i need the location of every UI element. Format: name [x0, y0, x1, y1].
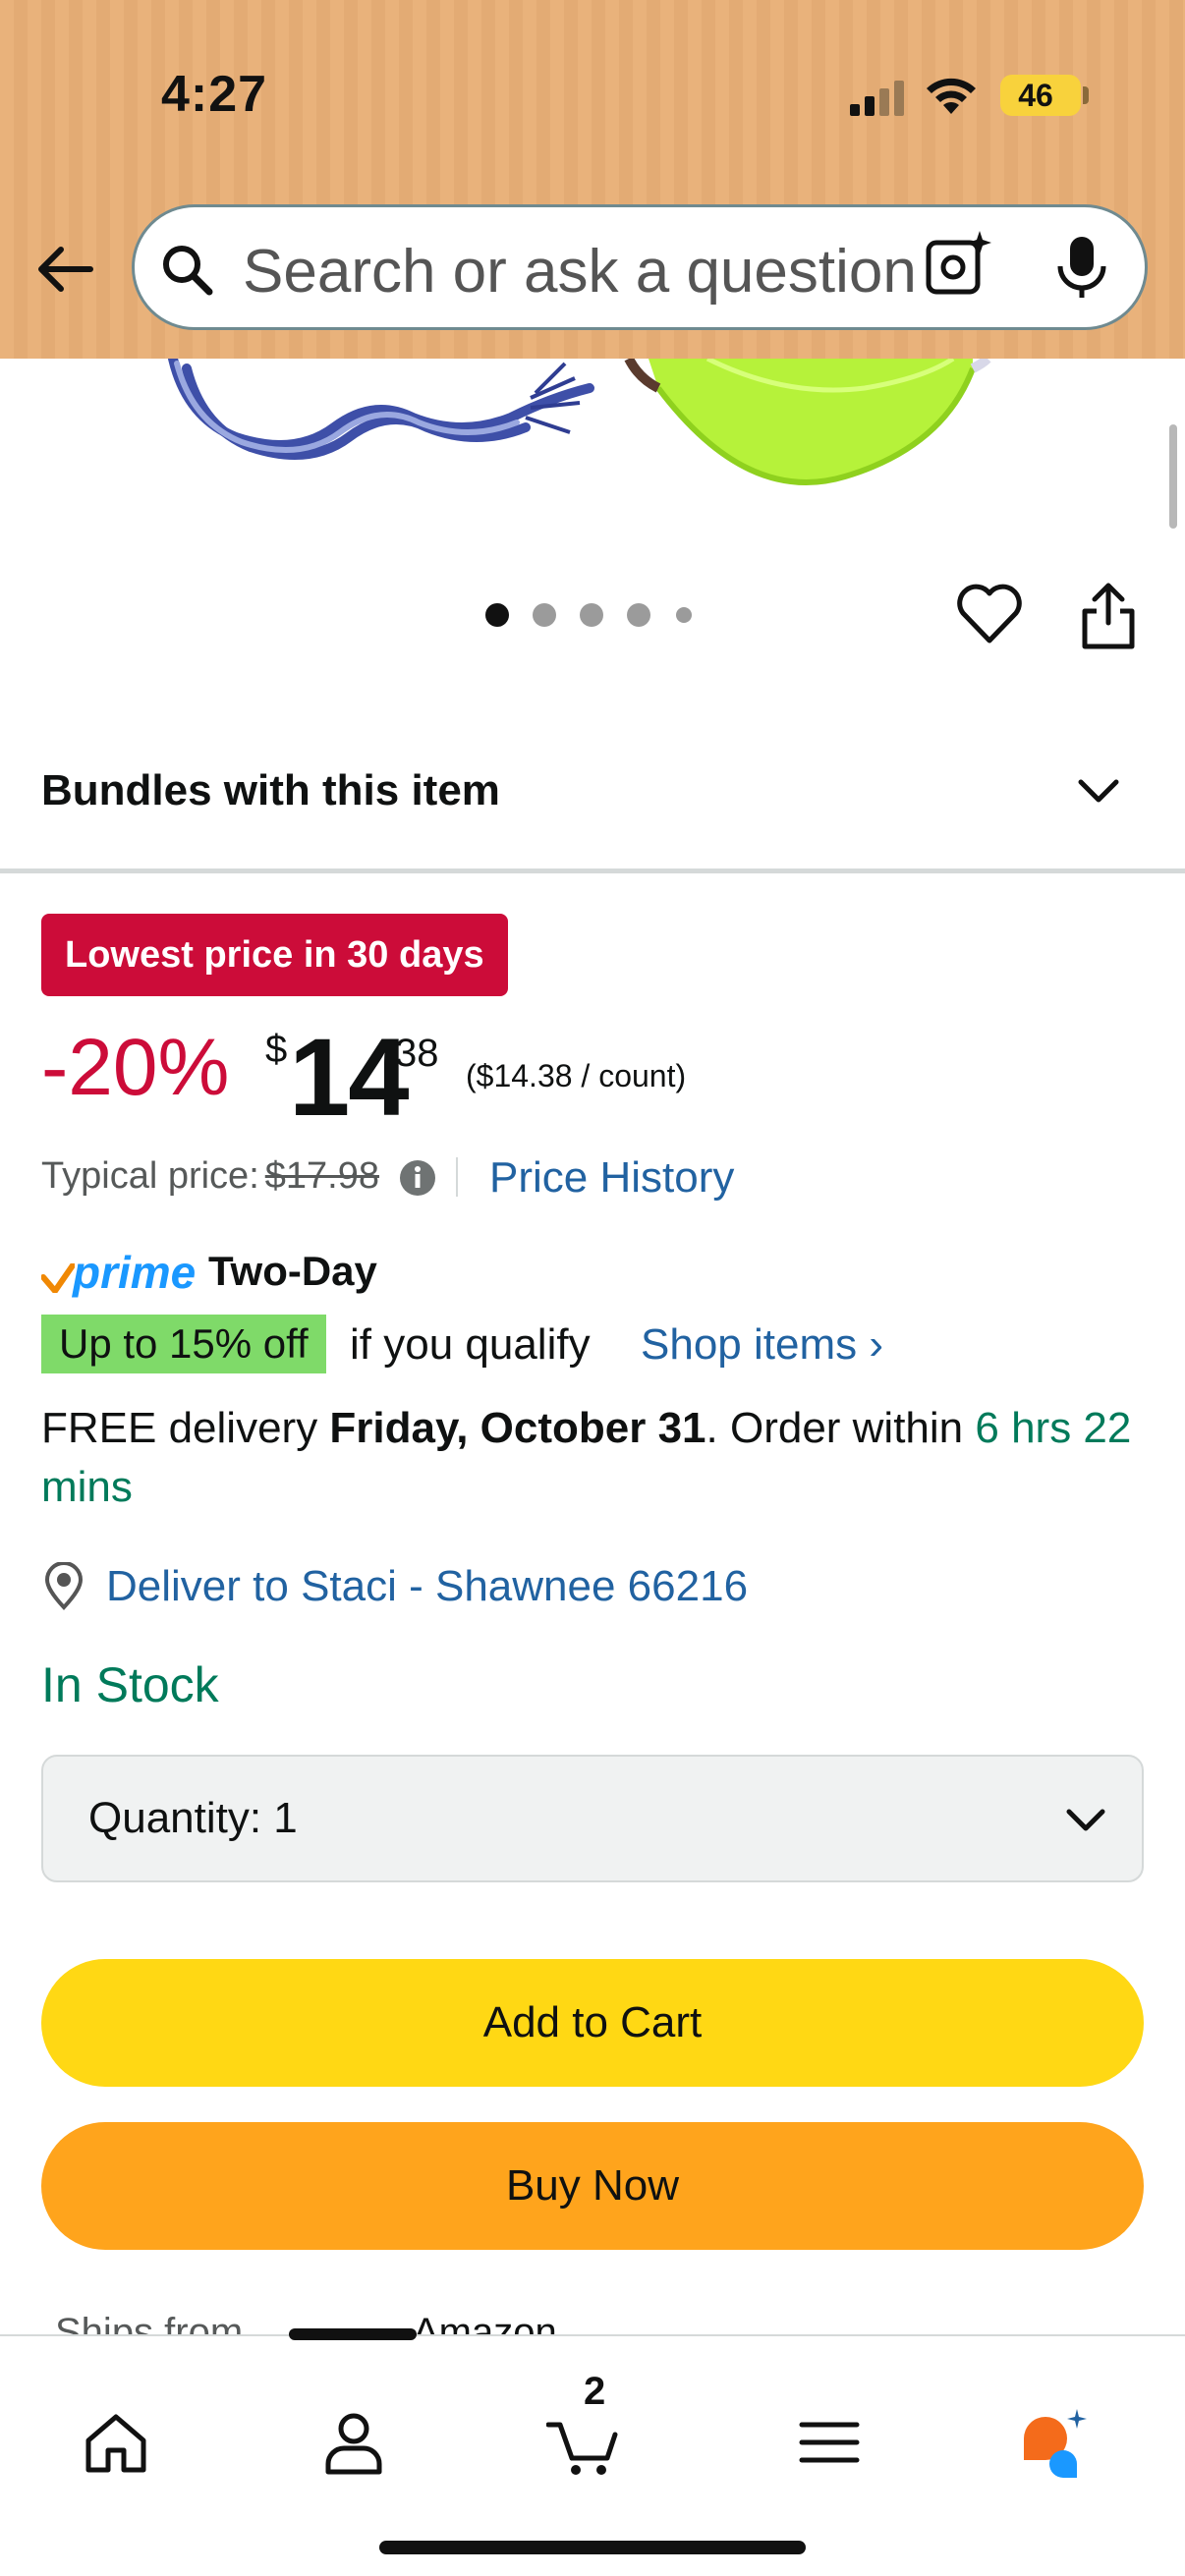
- quantity-label: Quantity: 1: [88, 1794, 298, 1842]
- wifi-icon: [927, 78, 976, 114]
- add-to-cart-button[interactable]: Add to Cart: [41, 1959, 1144, 2087]
- cart-icon[interactable]: [546, 2405, 621, 2480]
- active-tab-indicator: [289, 2328, 417, 2340]
- status-time: 4:27: [161, 66, 268, 123]
- search-input[interactable]: Search or ask a question: [243, 237, 917, 307]
- separator: [456, 1157, 458, 1197]
- chevron-down-icon: [1066, 1809, 1105, 1831]
- share-icon[interactable]: [1079, 580, 1138, 650]
- back-arrow-icon[interactable]: [33, 238, 96, 301]
- typical-price-row: Typical price: $17.98 Price History: [41, 1153, 734, 1202]
- cellular-signal-icon: [850, 81, 904, 116]
- profile-icon[interactable]: [316, 2405, 391, 2480]
- discount-percent: -20%: [41, 1023, 230, 1112]
- deal-badge: Lowest price in 30 days: [41, 914, 508, 996]
- prime-check-icon: [41, 1263, 75, 1293]
- typical-price-value: $17.98: [264, 1155, 379, 1197]
- heart-icon[interactable]: [955, 580, 1024, 648]
- prime-logo: prime: [73, 1247, 197, 1298]
- chevron-down-icon[interactable]: [1073, 766, 1124, 817]
- carousel-dot[interactable]: [627, 603, 650, 627]
- carousel-page-dots[interactable]: [485, 603, 702, 629]
- carousel-dot[interactable]: [676, 607, 692, 623]
- price-currency: $: [265, 1028, 288, 1071]
- delivery-date: Friday, October 31: [329, 1404, 706, 1452]
- offer-badge: Up to 15% off: [41, 1315, 326, 1373]
- battery-indicator: 46: [1000, 75, 1081, 116]
- buy-now-button[interactable]: Buy Now: [41, 2122, 1144, 2250]
- deliver-to-link[interactable]: Deliver to Staci - Shawnee 66216: [106, 1562, 748, 1611]
- bottom-navigation: 2: [0, 2328, 1185, 2576]
- battery-tip: [1083, 86, 1089, 104]
- home-indicator: [379, 2541, 806, 2554]
- shop-items-link[interactable]: Shop items ›: [641, 1320, 883, 1370]
- delivery-info: FREE delivery Friday, October 31. Order …: [41, 1399, 1142, 1517]
- price-history-link[interactable]: Price History: [489, 1153, 734, 1203]
- search-icon: [163, 246, 213, 296]
- price-whole: 14: [289, 1016, 410, 1139]
- menu-icon[interactable]: [792, 2405, 867, 2480]
- prime-delivery-speed: Two-Day: [208, 1248, 377, 1294]
- price-fraction: 38: [395, 1032, 439, 1075]
- microphone-icon[interactable]: [1052, 235, 1111, 300]
- info-icon[interactable]: [399, 1159, 436, 1197]
- unit-price: ($14.38 / count): [466, 1058, 687, 1093]
- typical-price-label: Typical price:: [41, 1155, 259, 1197]
- location-pin-icon: [44, 1562, 84, 1610]
- carousel-dot[interactable]: [580, 603, 603, 627]
- quantity-selector[interactable]: Quantity: 1: [41, 1755, 1144, 1882]
- carousel-dot-active[interactable]: [485, 603, 509, 627]
- rufus-ai-icon[interactable]: [1016, 2405, 1091, 2480]
- bundles-label: Bundles with this item: [41, 766, 500, 814]
- camera-lens-icon[interactable]: [923, 229, 993, 300]
- stock-status: In Stock: [41, 1657, 219, 1712]
- app-header: 4:27 46 Search or ask a question: [0, 0, 1185, 359]
- delivery-mid: . Order within: [705, 1404, 976, 1452]
- delivery-prefix: FREE delivery: [41, 1404, 330, 1452]
- scrollbar-thumb[interactable]: [1169, 424, 1177, 529]
- cart-count-badge: 2: [584, 2370, 606, 2413]
- battery-level: 46: [1018, 78, 1053, 113]
- carousel-dot[interactable]: [533, 603, 556, 627]
- offer-qualify-text: if you qualify: [350, 1320, 591, 1369]
- section-divider: [0, 868, 1185, 873]
- home-icon[interactable]: [79, 2405, 153, 2480]
- bundles-section[interactable]: Bundles with this item: [0, 747, 1185, 874]
- search-bar[interactable]: Search or ask a question: [132, 204, 1148, 330]
